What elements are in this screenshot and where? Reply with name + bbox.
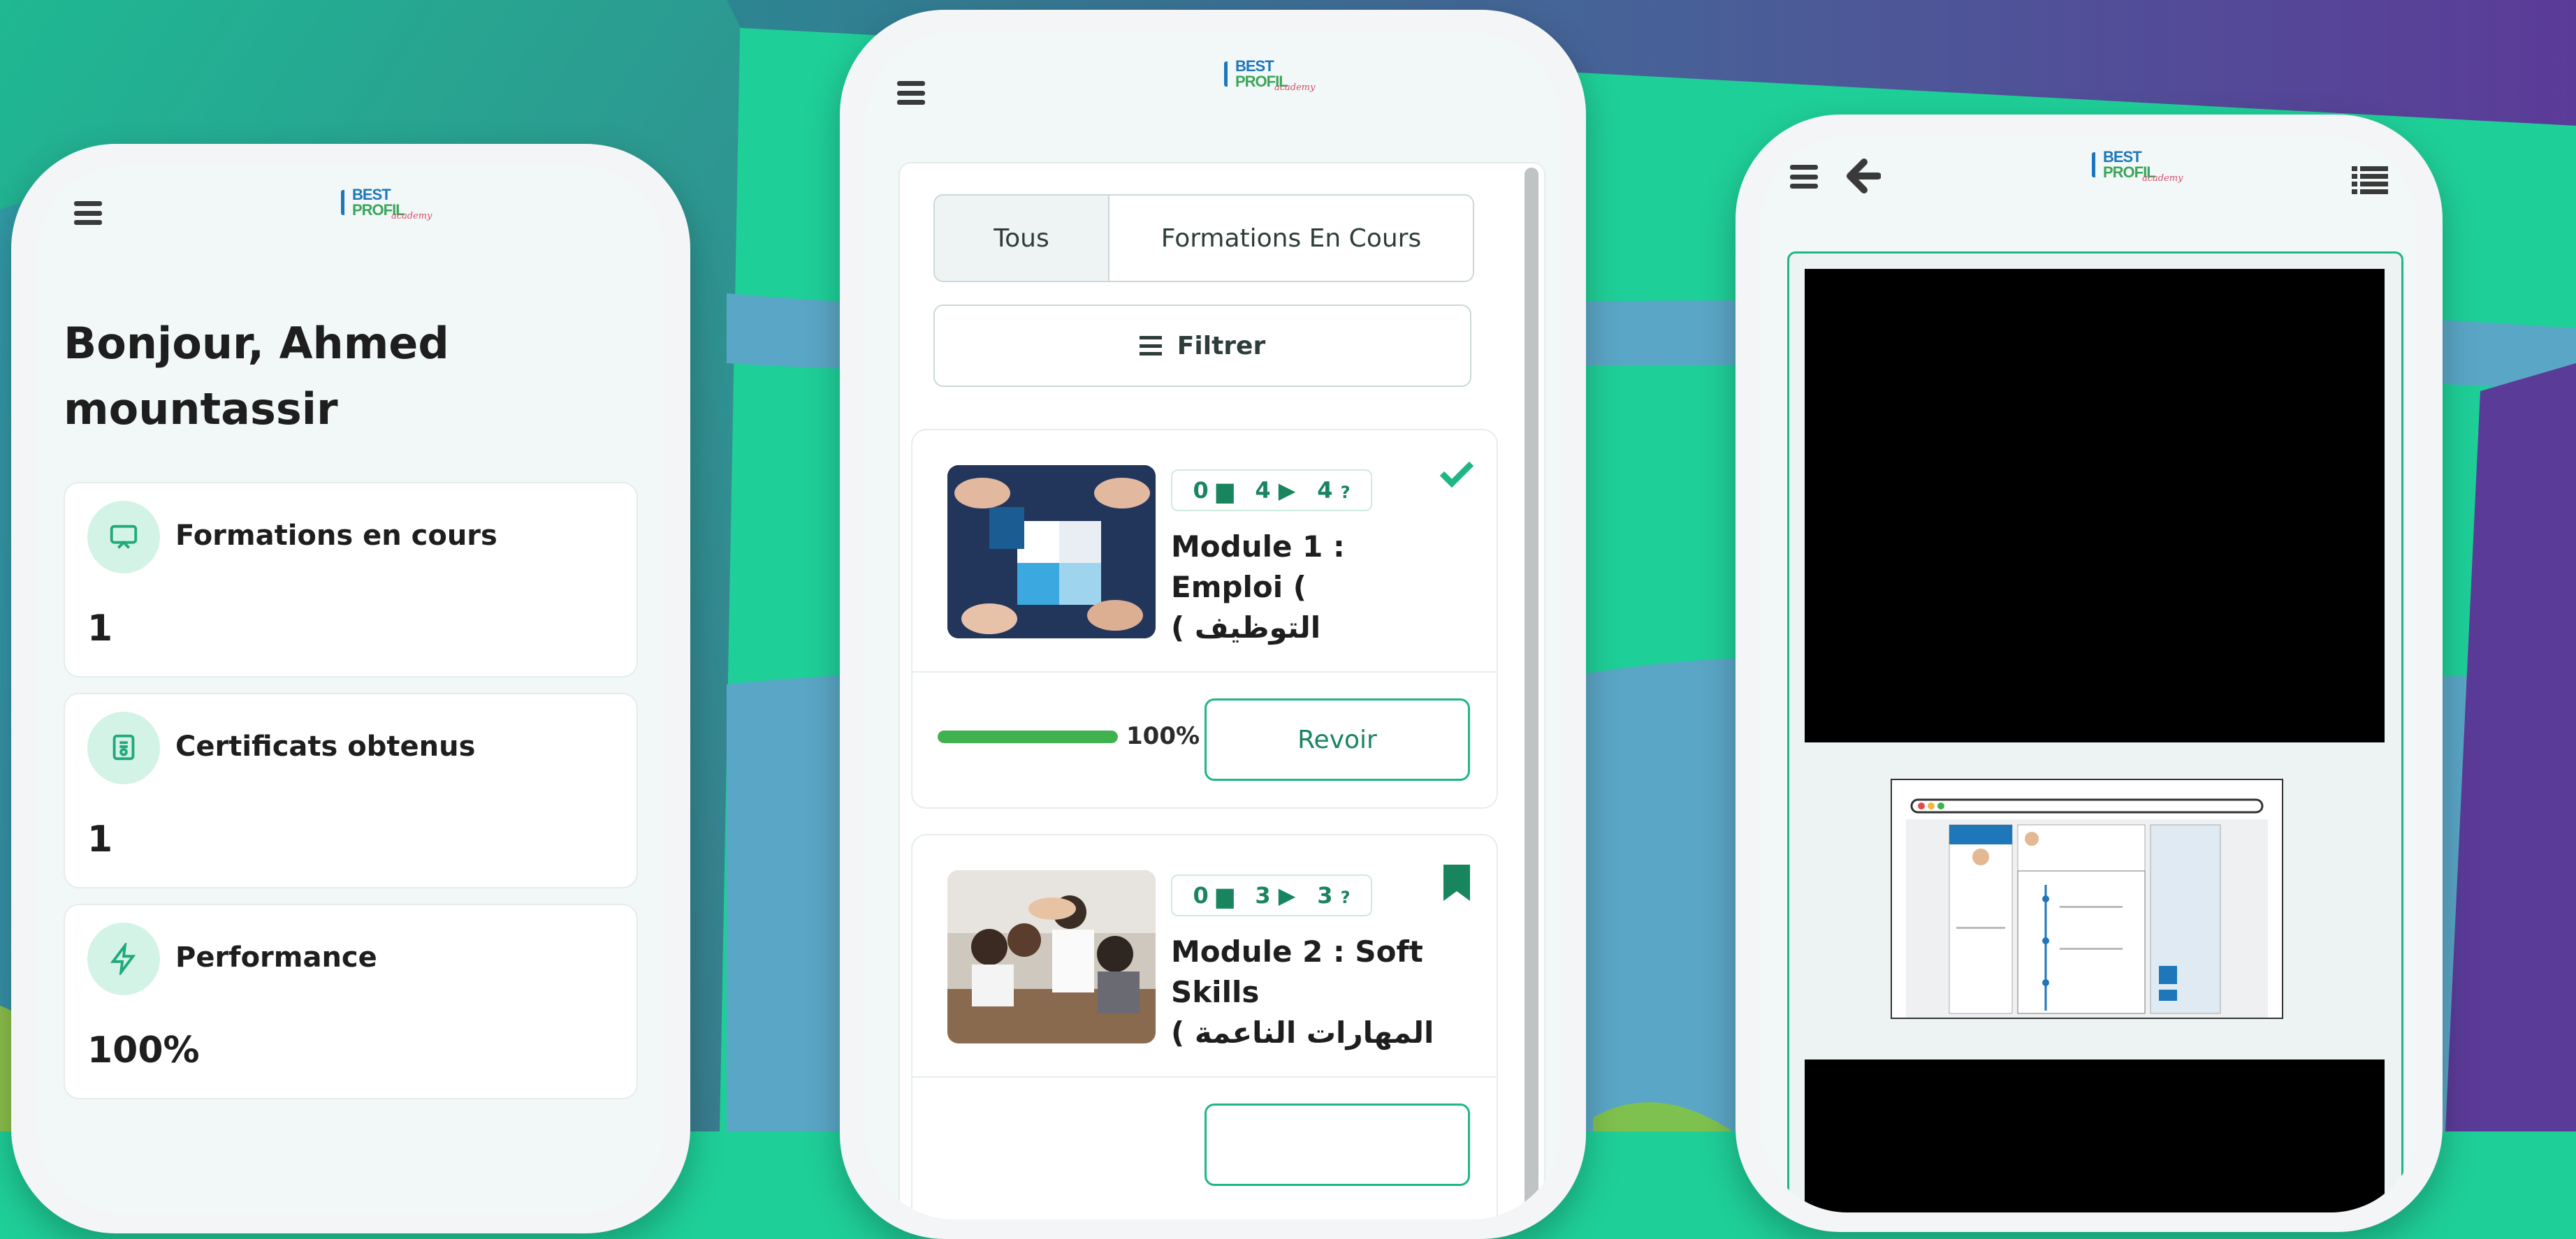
progress-label: 100%	[1126, 722, 1200, 750]
logo-line1: BEST	[2103, 148, 2142, 166]
document-icon: ▆	[1216, 882, 1234, 909]
phone-player: BEST PROFIL academy	[1735, 115, 2443, 1232]
formations-screen: BEST PROFIL academy Tous Formations En C…	[865, 32, 1561, 1219]
module-thumbnail-team	[947, 870, 1156, 1043]
progress-bar	[938, 731, 1118, 743]
document-icon: ▆	[1216, 477, 1234, 504]
lightning-icon	[87, 923, 160, 995]
content-panel: Tous Formations En Cours Filtrer 0 ▆ 4 ▶…	[898, 162, 1545, 1219]
stat-card-formations[interactable]: Formations en cours 1	[64, 482, 638, 677]
stat-title: Formations en cours	[175, 520, 497, 552]
tab-tous[interactable]: Tous	[935, 196, 1109, 281]
list-icon[interactable]	[2352, 166, 2388, 194]
videos-count: 4 ▶	[1255, 477, 1296, 504]
stat-title: Performance	[175, 941, 377, 974]
filter-tabs: Tous Formations En Cours	[933, 194, 1474, 282]
progress-fill	[938, 731, 1118, 743]
module-card[interactable]: 0 ▆ 3 ▶ 3 ? Module 2 : Soft Skills ( الم…	[911, 834, 1498, 1219]
module-meta: 0 ▆ 4 ▶ 4 ?	[1171, 469, 1372, 511]
quizzes-count: 4 ?	[1317, 477, 1351, 504]
filter-button[interactable]: Filtrer	[933, 305, 1471, 387]
scrollbar[interactable]	[1525, 168, 1538, 1219]
back-arrow-icon[interactable]	[1844, 158, 1882, 197]
card-divider	[912, 1076, 1497, 1078]
certificate-icon	[87, 712, 160, 784]
brand-logo: BEST PROFIL academy	[341, 186, 432, 221]
stat-value: 100%	[87, 1029, 200, 1071]
module-card[interactable]: 0 ▆ 4 ▶ 4 ? Module 1 : Emploi ( ( التوظي…	[911, 429, 1498, 809]
stat-title: Certificats obtenus	[175, 731, 476, 763]
dashboard-screen: BEST PROFIL academy Bonjour, Ahmed mount…	[38, 166, 664, 1214]
stat-card-performance[interactable]: Performance 100%	[64, 904, 638, 1099]
play-icon: ▶	[1278, 882, 1296, 909]
logo-line3: academy	[391, 211, 432, 221]
module-title-line1: Module 2 : Soft Skills	[1171, 934, 1423, 1009]
module-thumbnail-puzzle	[947, 465, 1156, 638]
documents-count: 0 ▆	[1193, 882, 1234, 909]
lesson-screenshot-image	[1891, 779, 2283, 1019]
logo-line1: BEST	[1235, 57, 1274, 75]
play-icon: ▶	[1278, 477, 1296, 504]
video-player[interactable]	[1805, 269, 2385, 742]
player-screen: BEST PROFIL academy	[1761, 137, 2417, 1212]
logo-line1: BEST	[352, 186, 391, 203]
module-meta: 0 ▆ 3 ▶ 3 ?	[1171, 874, 1372, 916]
phone-formations: BEST PROFIL academy Tous Formations En C…	[840, 10, 1586, 1239]
question-icon: ?	[1340, 483, 1351, 502]
module-action-button[interactable]	[1205, 1104, 1470, 1186]
second-video-player[interactable]	[1805, 1060, 2385, 1212]
card-divider	[912, 671, 1497, 673]
brand-logo: BEST PROFIL academy	[2092, 148, 2183, 184]
quizzes-count: 3 ?	[1317, 882, 1351, 909]
stat-card-certificats[interactable]: Certificats obtenus 1	[64, 693, 638, 888]
revoir-button[interactable]: Revoir	[1205, 698, 1470, 781]
lesson-panel	[1787, 251, 2403, 1212]
stat-value: 1	[87, 608, 113, 650]
menu-icon[interactable]	[897, 81, 925, 105]
brand-logo: BEST PROFIL academy	[1224, 57, 1315, 93]
menu-icon[interactable]	[1790, 165, 1818, 189]
question-icon: ?	[1340, 888, 1351, 907]
documents-count: 0 ▆	[1193, 477, 1234, 504]
greeting-heading: Bonjour, Ahmed mountassir	[64, 318, 449, 434]
stat-value: 1	[87, 819, 113, 860]
bookmark-icon[interactable]	[1443, 865, 1470, 904]
logo-line3: academy	[2142, 173, 2183, 184]
filter-icon	[1139, 336, 1162, 355]
videos-count: 3 ▶	[1255, 882, 1296, 909]
logo-line3: academy	[1274, 82, 1316, 93]
module-title: Module 1 : Emploi ( ( التوظيف	[1171, 527, 1464, 648]
filter-label: Filtrer	[1177, 331, 1266, 360]
module-title-line2: ( التوظيف	[1171, 610, 1321, 645]
module-title-line2: ( المهارات الناعمة	[1171, 1016, 1434, 1050]
menu-icon[interactable]	[74, 201, 102, 225]
check-icon	[1439, 460, 1474, 490]
module-title-line1: Module 1 : Emploi (	[1171, 529, 1345, 604]
presentation-icon	[87, 501, 160, 573]
phone-dashboard: BEST PROFIL academy Bonjour, Ahmed mount…	[11, 144, 690, 1233]
module-title: Module 2 : Soft Skills ( المهارات الناعم…	[1171, 932, 1478, 1053]
tab-formations-en-cours[interactable]: Formations En Cours	[1109, 196, 1473, 281]
